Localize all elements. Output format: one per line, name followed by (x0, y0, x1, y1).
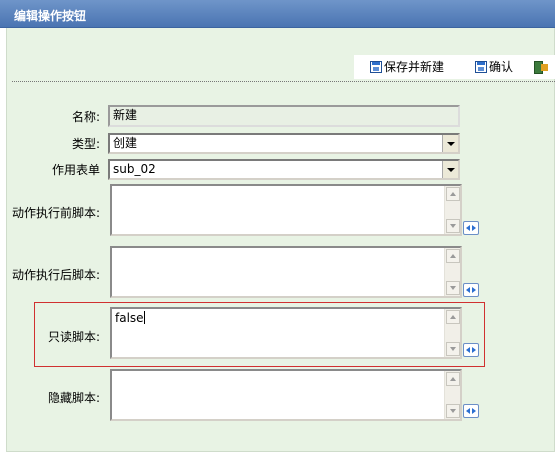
scroll-up-icon[interactable] (446, 249, 460, 263)
toolbar: 保存并新建 确认 (354, 55, 555, 79)
scrollbar[interactable] (444, 309, 460, 357)
type-select-value: 创建 (113, 136, 138, 150)
scrollbar[interactable] (444, 371, 460, 419)
save-and-new-label: 保存并新建 (384, 60, 445, 74)
name-label: 名称: (71, 110, 100, 124)
scroll-down-icon[interactable] (446, 342, 460, 356)
action-form-select-value: sub_02 (113, 162, 156, 176)
type-label: 类型: (71, 137, 100, 151)
toolbar-separator (12, 81, 555, 82)
window-title-bar: 编辑操作按钮 (0, 0, 555, 28)
post-script-textarea[interactable] (110, 246, 462, 298)
script-edit-icon[interactable] (463, 404, 479, 418)
action-form-select[interactable]: sub_02 (108, 159, 460, 180)
exit-button[interactable] (534, 59, 550, 75)
hidden-script-label: 隐藏脚本: (47, 391, 100, 405)
script-edit-icon[interactable] (463, 343, 479, 357)
save-icon (370, 61, 382, 73)
scrollbar[interactable] (444, 186, 460, 234)
scroll-up-icon[interactable] (446, 187, 460, 201)
action-form-label: 作用表单 (51, 163, 100, 177)
window-title: 编辑操作按钮 (14, 9, 87, 23)
scroll-down-icon[interactable] (446, 219, 460, 233)
chevron-down-icon[interactable] (442, 161, 458, 178)
readonly-script-label: 只读脚本: (47, 330, 100, 344)
bottom-margin (6, 452, 555, 470)
pre-script-label: 动作执行前脚本: (11, 206, 100, 220)
scroll-down-icon[interactable] (446, 404, 460, 418)
save-and-new-button[interactable]: 保存并新建 (370, 59, 444, 75)
confirm-button[interactable]: 确认 (475, 59, 513, 75)
readonly-script-textarea[interactable]: false (110, 307, 462, 359)
chevron-down-icon[interactable] (442, 135, 458, 152)
scroll-up-icon[interactable] (446, 310, 460, 324)
scroll-down-icon[interactable] (446, 281, 460, 295)
type-select[interactable]: 创建 (108, 133, 460, 154)
post-script-label: 动作执行后脚本: (11, 268, 100, 282)
save-icon (475, 61, 487, 73)
name-field[interactable]: 新建 (108, 105, 460, 127)
scrollbar[interactable] (444, 248, 460, 296)
script-edit-icon[interactable] (463, 283, 479, 297)
confirm-label: 确认 (489, 60, 514, 74)
exit-icon (534, 60, 548, 74)
script-edit-icon[interactable] (463, 221, 479, 235)
readonly-script-value: false (115, 311, 144, 325)
scroll-up-icon[interactable] (446, 372, 460, 386)
hidden-script-textarea[interactable] (110, 369, 462, 421)
pre-script-textarea[interactable] (110, 184, 462, 236)
text-cursor (143, 311, 145, 324)
